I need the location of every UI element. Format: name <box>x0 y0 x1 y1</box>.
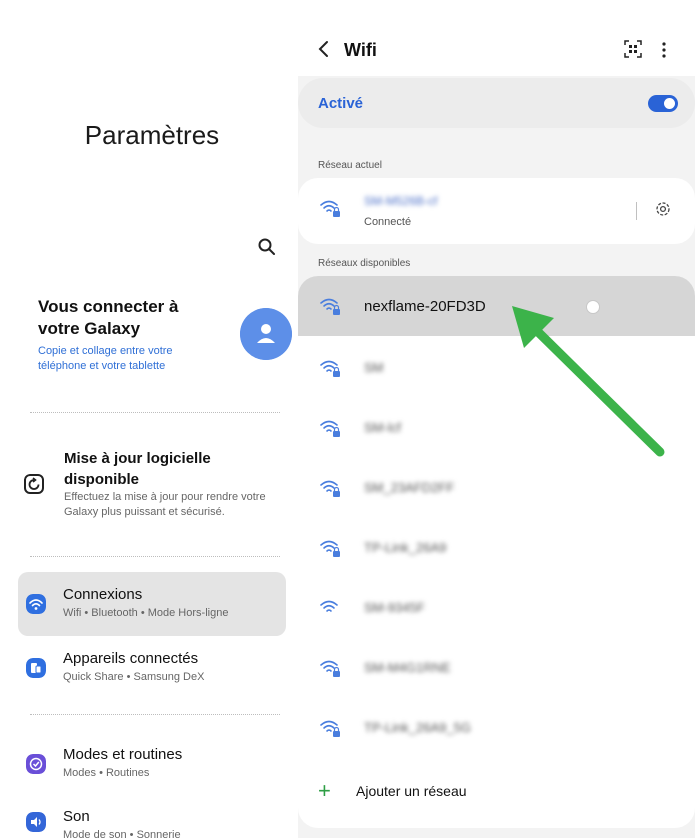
network-name: SM <box>364 360 384 375</box>
update-icon <box>24 474 44 494</box>
network-name: SM-9345F <box>364 600 425 615</box>
update-title: Mise à jour logicielle disponible <box>64 450 211 488</box>
wifi-pane: Wifi Activé Réseau actuel SM-M526B-cf Co… <box>298 0 695 838</box>
section-label-available: Réseaux disponibles <box>318 258 411 269</box>
network-name: TP-Link_26A9_5G <box>364 720 471 735</box>
wifi-lock-icon <box>320 200 340 217</box>
add-network-label: Ajouter un réseau <box>356 783 467 799</box>
wifi-lock-icon <box>320 720 340 737</box>
menu-item-modes-routines[interactable]: Modes et routines Modes • Routines <box>18 732 286 796</box>
promo-subtitle: Copie et collage entre votre téléphone e… <box>38 345 173 372</box>
network-row[interactable]: SM-lcf <box>298 398 695 458</box>
network-name: SM-M4G1RNE <box>364 660 451 675</box>
page-title: Paramètres <box>84 120 220 150</box>
wifi-icon <box>26 594 46 614</box>
check-circle-icon <box>26 754 46 774</box>
promo-title: Vous connecter à votre Galaxy <box>38 297 179 338</box>
menu-sublabel: Modes • Routines <box>63 767 150 779</box>
network-row-selected[interactable]: nexflame-20FD3D <box>298 276 695 336</box>
menu-label: Connexions <box>63 586 143 603</box>
devices-icon <box>26 658 46 678</box>
settings-pane: Paramètres Vous connecter à votre Galaxy… <box>18 0 292 838</box>
menu-sublabel: Wifi • Bluetooth • Mode Hors-ligne <box>63 607 229 619</box>
network-row[interactable]: TP-Link_26A9 <box>298 518 695 578</box>
wifi-lock-icon <box>320 540 340 557</box>
divider <box>30 412 280 413</box>
more-options-icon[interactable] <box>658 40 670 60</box>
menu-sublabel: Mode de son • Sonnerie <box>63 829 181 838</box>
network-row[interactable]: SM-9345F <box>298 578 695 638</box>
network-name: nexflame-20FD3D <box>364 298 486 315</box>
wifi-toggle-row[interactable]: Activé <box>298 78 695 128</box>
wifi-lock-icon <box>320 298 340 315</box>
page-title: Wifi <box>344 40 377 60</box>
back-arrow-icon[interactable] <box>316 38 332 60</box>
network-row[interactable]: SM-M4G1RNE <box>298 638 695 698</box>
divider <box>30 714 280 715</box>
speaker-icon <box>26 812 46 832</box>
menu-label: Son <box>63 808 90 825</box>
wifi-toggle[interactable] <box>648 95 678 112</box>
avatar <box>240 308 292 360</box>
available-networks-list: nexflame-20FD3D SM SM-lcf SM_23AFD2FF TP… <box>298 276 695 828</box>
wifi-lock-icon <box>320 360 340 377</box>
current-network-name: SM-M526B-cf <box>364 194 438 208</box>
gear-icon[interactable] <box>654 200 672 218</box>
wifi-icon <box>320 600 338 612</box>
update-subtitle: Effectuez la mise à jour pour rendre vot… <box>64 491 266 518</box>
loading-indicator <box>586 300 600 314</box>
network-name: TP-Link_26A9 <box>364 540 447 555</box>
wifi-lock-icon <box>320 480 340 497</box>
current-network-card[interactable]: SM-M526B-cf Connecté <box>298 178 695 244</box>
add-network-button[interactable]: + Ajouter un réseau <box>298 762 695 822</box>
wifi-active-label: Activé <box>318 95 364 112</box>
menu-item-connexions[interactable]: Connexions Wifi • Bluetooth • Mode Hors-… <box>18 572 286 636</box>
search-icon[interactable] <box>256 236 278 258</box>
menu-item-sound[interactable]: Son Mode de son • Sonnerie <box>18 794 286 838</box>
network-row[interactable]: SM_23AFD2FF <box>298 458 695 518</box>
divider <box>636 202 637 220</box>
wifi-header: Wifi <box>298 0 695 76</box>
software-update-card[interactable]: Mise à jour logicielle disponible Effect… <box>24 448 286 528</box>
network-row[interactable]: TP-Link_26A9_5G <box>298 698 695 758</box>
menu-label: Appareils connectés <box>63 650 199 667</box>
section-label-current: Réseau actuel <box>318 160 382 171</box>
wifi-lock-icon <box>320 660 340 677</box>
network-name: SM-lcf <box>364 420 401 435</box>
current-network-status: Connecté <box>364 216 412 228</box>
divider <box>30 556 280 557</box>
plus-icon: + <box>318 778 331 803</box>
network-row[interactable]: SM <box>298 338 695 398</box>
menu-label: Modes et routines <box>63 746 183 763</box>
menu-item-connected-devices[interactable]: Appareils connectés Quick Share • Samsun… <box>18 636 286 700</box>
network-name: SM_23AFD2FF <box>364 480 455 495</box>
qr-code-icon[interactable] <box>624 40 642 58</box>
menu-sublabel: Quick Share • Samsung DeX <box>63 671 205 683</box>
galaxy-promo-card[interactable]: Vous connecter à votre Galaxy Copie et c… <box>38 296 292 386</box>
toggle-knob <box>664 98 675 109</box>
wifi-lock-icon <box>320 420 340 437</box>
